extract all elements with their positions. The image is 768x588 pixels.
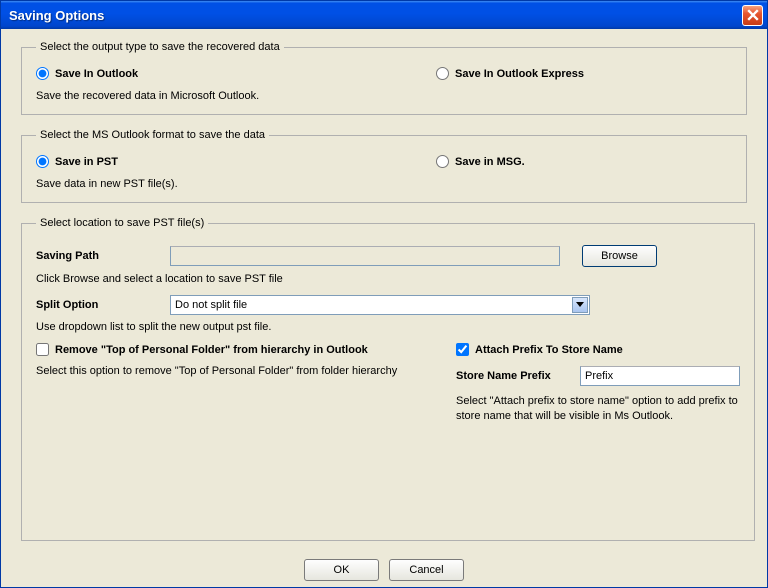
output-type-group: Select the output type to save the recov… bbox=[21, 41, 747, 115]
save-in-msg-radio-input[interactable] bbox=[436, 155, 449, 168]
output-type-legend: Select the output type to save the recov… bbox=[36, 41, 284, 53]
window-title: Saving Options bbox=[9, 8, 742, 23]
button-bar: OK Cancel bbox=[21, 555, 747, 581]
save-in-msg-label: Save in MSG. bbox=[455, 156, 525, 168]
client-area: Select the output type to save the recov… bbox=[1, 29, 767, 587]
save-in-outlook-radio-input[interactable] bbox=[36, 67, 49, 80]
split-option-select[interactable] bbox=[170, 295, 590, 315]
save-in-msg-radio[interactable]: Save in MSG. bbox=[436, 151, 732, 172]
store-name-prefix-input[interactable] bbox=[580, 366, 740, 386]
split-option-label: Split Option bbox=[36, 299, 170, 311]
remove-top-checkbox-input[interactable] bbox=[36, 343, 49, 356]
save-in-outlook-express-radio-input[interactable] bbox=[436, 67, 449, 80]
browse-desc: Click Browse and select a location to sa… bbox=[36, 267, 740, 285]
location-legend: Select location to save PST file(s) bbox=[36, 217, 208, 229]
close-button[interactable] bbox=[742, 5, 763, 26]
store-name-prefix-label: Store Name Prefix bbox=[456, 370, 580, 382]
attach-prefix-label: Attach Prefix To Store Name bbox=[475, 344, 623, 356]
dialog-window: Saving Options Select the output type to… bbox=[0, 0, 768, 588]
save-in-outlook-label: Save In Outlook bbox=[55, 68, 138, 80]
save-in-pst-label: Save in PST bbox=[55, 156, 118, 168]
format-legend: Select the MS Outlook format to save the… bbox=[36, 129, 269, 141]
remove-top-checkbox[interactable]: Remove "Top of Personal Folder" from hie… bbox=[36, 343, 436, 356]
output-type-desc: Save the recovered data in Microsoft Out… bbox=[36, 84, 732, 102]
location-group: Select location to save PST file(s) Savi… bbox=[21, 217, 755, 541]
saving-path-label: Saving Path bbox=[36, 250, 170, 262]
ok-button[interactable]: OK bbox=[304, 559, 379, 581]
save-in-outlook-radio[interactable]: Save In Outlook bbox=[36, 63, 436, 84]
format-group: Select the MS Outlook format to save the… bbox=[21, 129, 747, 203]
browse-button[interactable]: Browse bbox=[582, 245, 657, 267]
titlebar: Saving Options bbox=[1, 1, 767, 29]
cancel-button[interactable]: Cancel bbox=[389, 559, 464, 581]
close-icon bbox=[747, 9, 759, 21]
save-in-outlook-express-radio[interactable]: Save In Outlook Express bbox=[436, 63, 732, 84]
saving-path-input[interactable] bbox=[170, 246, 560, 266]
attach-prefix-checkbox[interactable]: Attach Prefix To Store Name bbox=[456, 343, 740, 356]
save-in-pst-radio[interactable]: Save in PST bbox=[36, 151, 436, 172]
attach-prefix-desc: Select "Attach prefix to store name" opt… bbox=[456, 386, 740, 424]
split-desc: Use dropdown list to split the new outpu… bbox=[36, 315, 740, 333]
format-desc: Save data in new PST file(s). bbox=[36, 172, 732, 190]
attach-prefix-checkbox-input[interactable] bbox=[456, 343, 469, 356]
remove-top-label: Remove "Top of Personal Folder" from hie… bbox=[55, 344, 368, 356]
remove-top-desc: Select this option to remove "Top of Per… bbox=[36, 356, 436, 379]
save-in-pst-radio-input[interactable] bbox=[36, 155, 49, 168]
save-in-outlook-express-label: Save In Outlook Express bbox=[455, 68, 584, 80]
